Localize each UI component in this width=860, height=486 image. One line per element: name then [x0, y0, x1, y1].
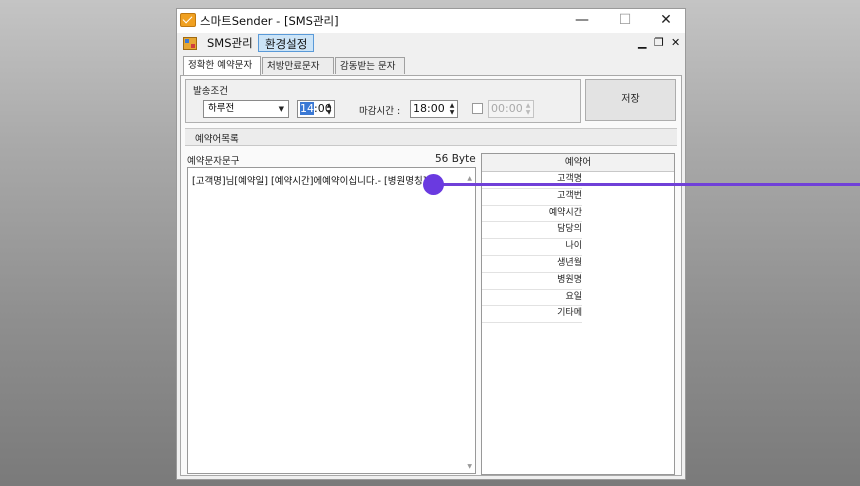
drag-indicator-dot: [423, 174, 444, 195]
mdi-minimize-button[interactable]: ▁: [638, 36, 646, 49]
scroll-up-icon[interactable]: ▲: [467, 175, 472, 182]
list-item[interactable]: 나이: [482, 239, 582, 256]
message-textarea[interactable]: [고객명]님[예약일] [예약시간]에예약이십니다.- [병원명칭] ▲ ▼: [187, 167, 476, 474]
tab-exact-reservation[interactable]: 정확한 예약문자: [183, 56, 261, 75]
menu-settings[interactable]: 환경설정: [258, 34, 315, 52]
spin-arrows-icon[interactable]: ▲ ▼: [448, 102, 456, 116]
list-item[interactable]: 고객번: [482, 189, 582, 206]
chevron-down-icon[interactable]: ▼: [279, 101, 284, 117]
deadline-time-input[interactable]: 18:00 ▲ ▼: [410, 100, 458, 118]
reserved-word-list[interactable]: 예약어 고객명 고객번 예약시간 담당의 나이 생년월 병원명 요일 기타메: [481, 153, 675, 475]
menu-bar: SMS관리 환경설정: [177, 33, 685, 53]
close-button[interactable]: ✕: [646, 9, 686, 31]
mdi-document-icon[interactable]: [183, 37, 197, 50]
send-condition-label: 발송조건: [193, 86, 228, 97]
byte-count: 56 Byte: [435, 153, 476, 165]
reservation-list-header: 예약어목록: [185, 128, 677, 146]
maximize-button[interactable]: ☐: [605, 9, 645, 31]
reserved-word-header: 예약어: [482, 154, 674, 172]
menu-sms-manage[interactable]: SMS관리: [201, 34, 259, 52]
list-item[interactable]: 기타메: [482, 306, 582, 324]
list-item[interactable]: 고객명: [482, 172, 582, 189]
spin-arrows-icon: ▲ ▼: [525, 102, 531, 116]
send-condition-group: 발송조건 하루전 ▼ 14:00 ▲ ▼ 마감시간 : 18:00 ▲ ▼ 00:0…: [185, 79, 581, 123]
spin-arrows-icon[interactable]: ▲ ▼: [325, 102, 333, 116]
mdi-restore-button[interactable]: ❐: [654, 36, 664, 49]
minimize-button[interactable]: —: [562, 9, 602, 31]
title-bar: 스마트Sender - [SMS관리] — ☐ ✕: [177, 9, 685, 33]
start-time-input[interactable]: 14:00 ▲ ▼: [297, 100, 335, 118]
deadline-time-value: 18:00: [413, 102, 445, 115]
extra-time-checkbox[interactable]: [472, 103, 483, 114]
tab-prescription-expiry[interactable]: 처방만료문자: [262, 57, 334, 74]
reservation-list-label: 예약어목록: [195, 134, 239, 145]
save-button[interactable]: 저장: [585, 79, 676, 121]
start-time-hour: 14: [300, 102, 314, 115]
extra-time-value: 00:00: [491, 102, 523, 115]
scroll-down-icon[interactable]: ▼: [467, 463, 472, 470]
list-item[interactable]: 생년월: [482, 256, 582, 273]
list-item[interactable]: 예약시간: [482, 206, 582, 223]
reserved-word-rows: 고객명 고객번 예약시간 담당의 나이 생년월 병원명 요일 기타메: [482, 172, 582, 324]
app-window: 스마트Sender - [SMS관리] — ☐ ✕ SMS관리 환경설정 ▁ ❐…: [176, 8, 686, 480]
list-item[interactable]: 병원명: [482, 273, 582, 290]
mdi-close-button[interactable]: ✕: [671, 36, 680, 49]
deadline-label: 마감시간 :: [359, 106, 401, 117]
tab-panel: 발송조건 하루전 ▼ 14:00 ▲ ▼ 마감시간 : 18:00 ▲ ▼ 00:0…: [180, 75, 682, 476]
list-item[interactable]: 담당의: [482, 222, 582, 240]
day-select[interactable]: 하루전 ▼: [203, 100, 289, 118]
extra-time-input: 00:00 ▲ ▼: [488, 100, 534, 118]
day-select-value: 하루전: [208, 103, 235, 114]
drag-indicator-line: [433, 183, 860, 186]
message-text: [고객명]님[예약일] [예약시간]에예약이십니다.- [병원명칭]: [192, 176, 427, 187]
window-title: 스마트Sender - [SMS관리]: [200, 14, 339, 28]
message-label: 예약문자문구: [187, 156, 240, 167]
tab-touching-message[interactable]: 감동받는 문자: [335, 57, 405, 74]
app-logo-icon: [180, 13, 196, 27]
list-item[interactable]: 요일: [482, 290, 582, 307]
